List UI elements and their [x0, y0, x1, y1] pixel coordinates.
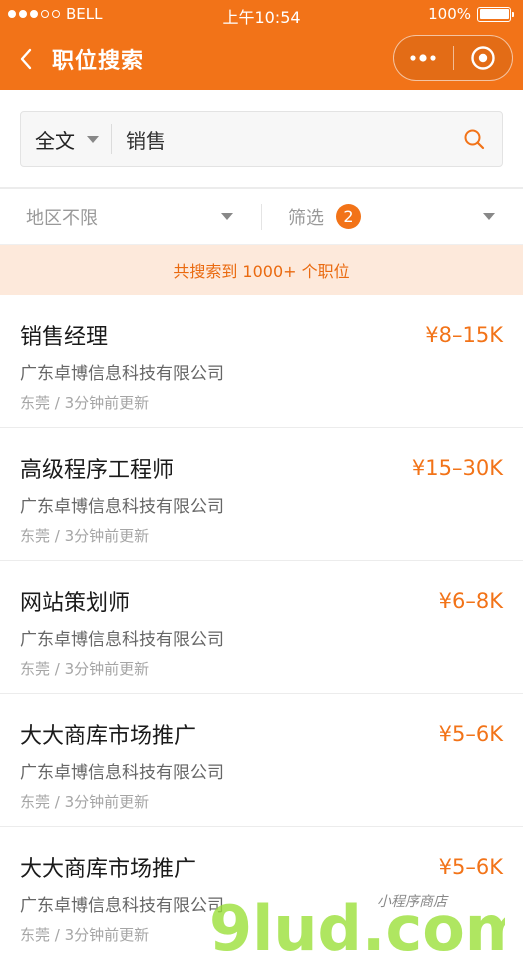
job-salary: ¥6–8K — [438, 589, 503, 613]
nav-bar: 职位搜索 — [0, 28, 523, 90]
job-company: 广东卓博信息科技有限公司 — [20, 896, 224, 916]
job-title: 销售经理 — [20, 325, 109, 350]
target-icon — [471, 46, 495, 70]
job-item[interactable]: 大大商库市场推广 ¥5–6K 广东卓博信息科技有限公司 东莞 / 3分钟前更新 — [0, 827, 523, 960]
search-button[interactable] — [446, 111, 502, 167]
job-item[interactable]: 大大商库市场推广 ¥5–6K 广东卓博信息科技有限公司 东莞 / 3分钟前更新 — [0, 694, 523, 827]
search-scope-select[interactable]: 全文 — [21, 124, 112, 154]
job-meta: 东莞 / 3分钟前更新 — [20, 394, 150, 412]
job-meta: 东莞 / 3分钟前更新 — [20, 660, 150, 678]
job-title: 大大商库市场推广 — [20, 724, 197, 749]
carrier-area: BELL — [8, 5, 102, 23]
back-button[interactable] — [0, 28, 52, 90]
job-company: 广东卓博信息科技有限公司 — [20, 630, 224, 650]
job-title: 网站策划师 — [20, 591, 131, 616]
more-button[interactable] — [394, 36, 453, 80]
signal-icon — [8, 10, 60, 18]
job-title: 大大商库市场推广 — [20, 857, 197, 882]
filter-bar: 地区不限 筛选 2 — [0, 189, 523, 245]
job-company: 广东卓博信息科技有限公司 — [20, 763, 224, 783]
region-filter-label: 地区不限 — [26, 207, 98, 229]
carrier-name: BELL — [66, 5, 103, 23]
search-area: 全文 — [0, 90, 523, 187]
job-company: 广东卓博信息科技有限公司 — [20, 497, 224, 517]
more-filter[interactable]: 筛选 2 — [262, 189, 523, 244]
battery-icon — [477, 6, 514, 22]
job-meta: 东莞 / 3分钟前更新 — [20, 926, 150, 944]
caret-down-icon — [221, 213, 233, 220]
close-mini-program-button[interactable] — [454, 36, 513, 80]
result-count-banner: 共搜索到 1000+ 个职位 — [0, 245, 523, 295]
job-item[interactable]: 高级程序工程师 ¥15–30K 广东卓博信息科技有限公司 东莞 / 3分钟前更新 — [0, 428, 523, 561]
battery-area: 100% — [428, 5, 514, 23]
job-list: 销售经理 ¥8–15K 广东卓博信息科技有限公司 东莞 / 3分钟前更新 高级程序… — [0, 295, 523, 960]
top-bar: BELL 上午10:54 100% 职位搜索 — [0, 0, 523, 90]
filter-count-badge: 2 — [336, 204, 361, 229]
page-title: 职位搜索 — [52, 49, 145, 74]
search-icon — [464, 129, 485, 150]
battery-percent: 100% — [428, 5, 471, 23]
job-meta: 东莞 / 3分钟前更新 — [20, 793, 150, 811]
caret-down-icon — [87, 135, 99, 143]
job-salary: ¥15–30K — [411, 456, 503, 480]
job-company: 广东卓博信息科技有限公司 — [20, 364, 224, 384]
job-salary: ¥8–15K — [425, 323, 503, 347]
more-dots-icon — [410, 54, 436, 62]
job-salary: ¥5–6K — [438, 722, 503, 746]
search-input[interactable] — [112, 127, 446, 151]
region-filter[interactable]: 地区不限 — [0, 189, 261, 244]
job-item[interactable]: 网站策划师 ¥6–8K 广东卓博信息科技有限公司 东莞 / 3分钟前更新 — [0, 561, 523, 694]
job-salary: ¥5–6K — [438, 855, 503, 879]
job-meta: 东莞 / 3分钟前更新 — [20, 527, 150, 545]
search-box: 全文 — [20, 111, 503, 167]
mini-program-capsule — [393, 35, 513, 81]
chevron-left-icon — [20, 48, 32, 70]
more-filter-label: 筛选 — [288, 207, 324, 229]
job-title: 高级程序工程师 — [20, 458, 175, 483]
status-bar: BELL 上午10:54 100% — [0, 0, 523, 28]
search-scope-label: 全文 — [35, 128, 75, 153]
job-item[interactable]: 销售经理 ¥8–15K 广东卓博信息科技有限公司 东莞 / 3分钟前更新 — [0, 295, 523, 428]
caret-down-icon — [483, 213, 495, 220]
